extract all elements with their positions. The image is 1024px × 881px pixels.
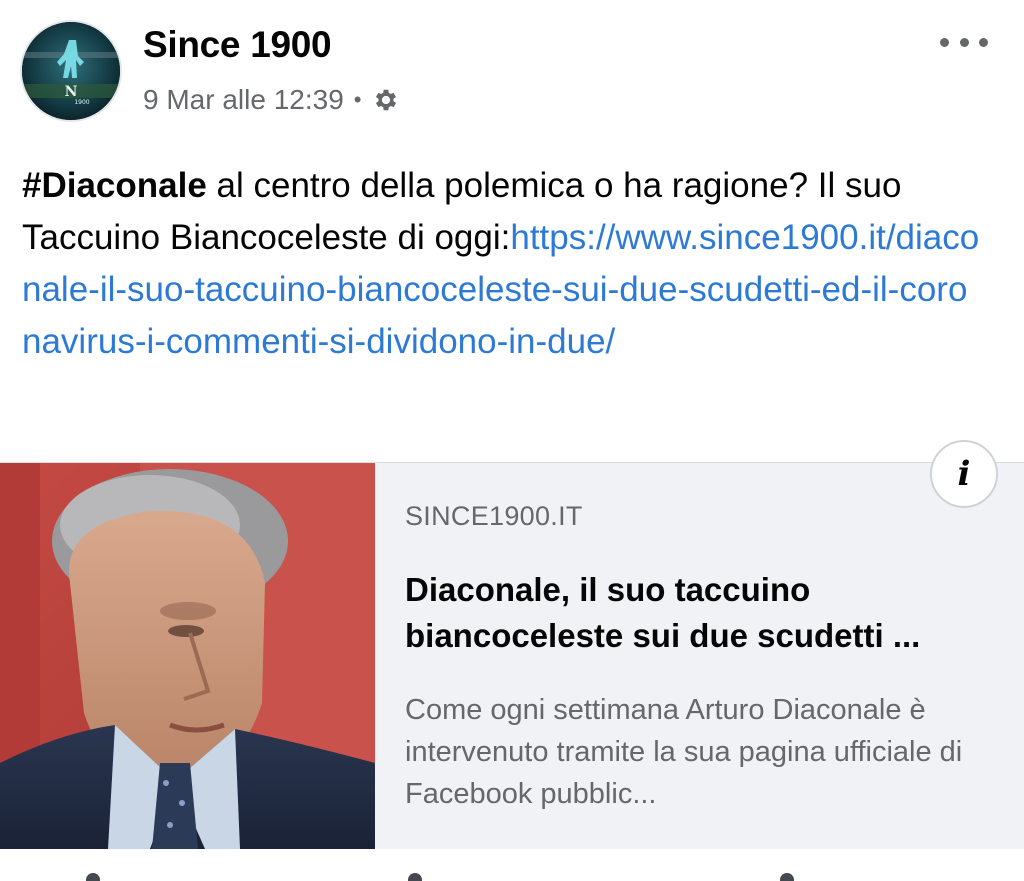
svg-text:1900: 1900 [74,99,89,106]
more-dot [940,37,949,47]
info-icon[interactable]: i [930,440,998,508]
share-icon[interactable] [780,873,794,881]
post-meta: 9 Mar alle 12:39 • [143,82,400,118]
more-dot [959,37,969,47]
page-name[interactable]: Since 1900 [143,24,332,66]
more-options-icon[interactable] [940,30,988,54]
link-preview-card[interactable]: SINCE1900.IT Diaconale, il suo taccuino … [0,462,1024,850]
link-title[interactable]: Diaconale, il suo taccuino biancoceleste… [405,567,1005,659]
link-preview-body: SINCE1900.IT Diaconale, il suo taccuino … [405,463,1005,849]
hashtag-link[interactable]: #Diaconale [22,166,207,205]
more-dot [979,37,988,47]
link-description: Come ogni settimana Arturo Diaconale è i… [405,694,963,810]
link-domain: SINCE1900.IT [405,501,583,531]
like-icon[interactable] [86,873,100,881]
post-timestamp[interactable]: 9 Mar alle 12:39 [143,84,344,116]
post-message: #Diaconale al centro della polemica o ha… [22,160,982,368]
svg-text:N: N [65,84,78,100]
comment-icon[interactable] [408,873,422,881]
article-thumbnail [0,463,375,849]
gear-icon [372,86,400,114]
page-logo-image: N 1900 [22,22,120,120]
meta-separator: • [353,87,362,112]
action-bar-partial [0,849,1024,881]
page-avatar[interactable]: N 1900 [22,22,120,120]
post-header: N 1900 Since 1900 9 Mar alle 12:39 • [0,0,1024,140]
